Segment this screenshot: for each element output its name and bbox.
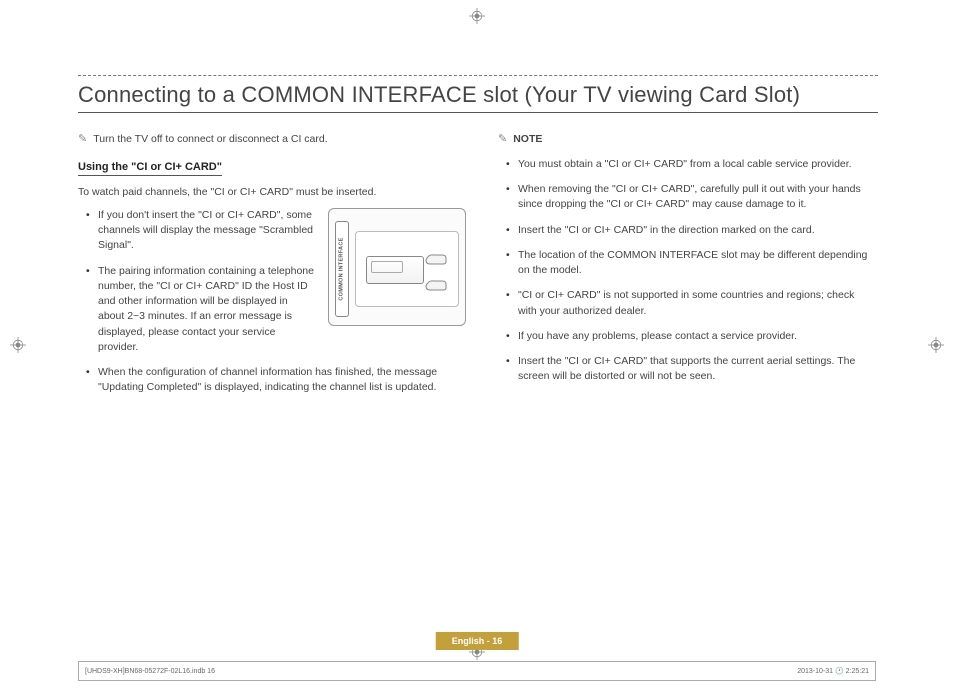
hand-icon bbox=[424, 248, 448, 266]
right-bullets: You must obtain a "CI or CI+ CARD" from … bbox=[498, 157, 873, 384]
left-intro: To watch paid channels, the "CI or CI+ C… bbox=[78, 186, 468, 198]
print-timestamp: 2013-10-31 🕐 2:25:21 bbox=[797, 667, 869, 675]
card-area bbox=[355, 231, 459, 307]
page-number-label: English - 16 bbox=[436, 632, 519, 650]
pencil-icon: ✎ bbox=[78, 134, 87, 145]
slot-label: COMMON INTERFACE bbox=[339, 237, 345, 300]
registration-mark-icon bbox=[10, 337, 26, 353]
pencil-icon: ✎ bbox=[498, 134, 507, 145]
page-title: Connecting to a COMMON INTERFACE slot (Y… bbox=[78, 82, 878, 113]
list-item: The pairing information containing a tel… bbox=[78, 264, 314, 355]
page-content: Connecting to a COMMON INTERFACE slot (Y… bbox=[78, 75, 878, 405]
registration-mark-icon bbox=[469, 8, 485, 24]
left-bullets-full: When the configuration of channel inform… bbox=[78, 365, 468, 395]
top-note: ✎ Turn the TV off to connect or disconne… bbox=[78, 133, 468, 145]
ci-card-icon bbox=[366, 256, 424, 284]
registration-mark-icon bbox=[928, 337, 944, 353]
list-item: If you don't insert the "CI or CI+ CARD"… bbox=[78, 208, 314, 254]
note-heading: ✎ NOTE bbox=[498, 133, 873, 145]
indd-filename: [UHDS9-XH]BN68-05272F-02L16.indb 16 bbox=[85, 668, 215, 675]
left-column: ✎ Turn the TV off to connect or disconne… bbox=[78, 133, 468, 405]
top-note-text: Turn the TV off to connect or disconnect… bbox=[93, 133, 327, 145]
left-bullets-top: If you don't insert the "CI or CI+ CARD"… bbox=[78, 208, 314, 355]
list-item: Insert the "CI or CI+ CARD" that support… bbox=[498, 354, 873, 384]
hand-icon bbox=[424, 274, 448, 292]
left-subheading: Using the "CI or CI+ CARD" bbox=[78, 161, 222, 176]
list-item: When the configuration of channel inform… bbox=[78, 365, 468, 395]
list-item: You must obtain a "CI or CI+ CARD" from … bbox=[498, 157, 873, 172]
list-item: Insert the "CI or CI+ CARD" in the direc… bbox=[498, 223, 873, 238]
print-footer: [UHDS9-XH]BN68-05272F-02L16.indb 16 2013… bbox=[78, 661, 876, 681]
ci-card-diagram: COMMON INTERFACE bbox=[328, 208, 466, 326]
list-item: "CI or CI+ CARD" is not supported in som… bbox=[498, 288, 873, 318]
slot-outline: COMMON INTERFACE bbox=[335, 221, 349, 317]
right-column: ✎ NOTE You must obtain a "CI or CI+ CARD… bbox=[498, 133, 873, 405]
list-item: When removing the "CI or CI+ CARD", care… bbox=[498, 182, 873, 212]
note-label: NOTE bbox=[513, 133, 542, 145]
list-item: If you have any problems, please contact… bbox=[498, 329, 873, 344]
dashed-rule bbox=[78, 75, 878, 76]
list-item: The location of the COMMON INTERFACE slo… bbox=[498, 248, 873, 278]
